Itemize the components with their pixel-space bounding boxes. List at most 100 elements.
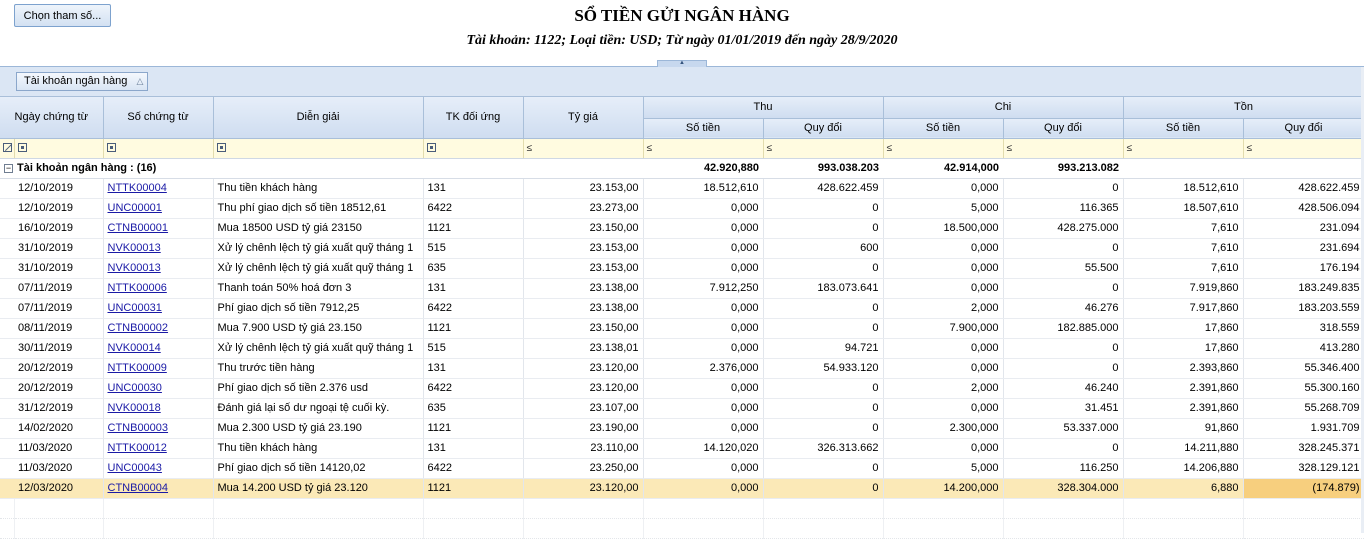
cell-description[interactable]: Thu trước tiền hàng (213, 358, 424, 379)
cell-payment-amount[interactable]: 0,000 (883, 258, 1004, 279)
cell-exchange-rate[interactable]: 23.153,00 (523, 178, 644, 199)
cell-payment-amount[interactable]: 14.200,000 (883, 478, 1004, 499)
doc-link[interactable]: NTTK00004 (108, 182, 167, 194)
doc-link[interactable]: CTNB00003 (108, 422, 169, 434)
cell-contra-account[interactable]: 6422 (423, 378, 524, 399)
cell-date[interactable]: 20/12/2019 (14, 358, 104, 379)
cell-balance-amount[interactable]: 6,880 (1123, 478, 1244, 499)
cell-receipt-amount[interactable]: 0,000 (643, 338, 764, 359)
col-header-balance-converted[interactable]: Quy đổi (1243, 118, 1364, 139)
cell-contra-account[interactable]: 6422 (423, 298, 524, 319)
cell-receipt-converted[interactable]: 0 (763, 298, 884, 319)
doc-link[interactable]: CTNB00004 (108, 482, 169, 494)
cell-contra-account[interactable]: 131 (423, 358, 524, 379)
cell-balance-converted[interactable]: 328.129.121 (1243, 458, 1364, 479)
table-row[interactable]: 07/11/2019 UNC00031 Phí giao dịch số tiền … (0, 298, 1364, 319)
filter-operator[interactable]: ≤ (887, 143, 893, 154)
doc-link[interactable]: NTTK00006 (108, 282, 167, 294)
cell-balance-amount[interactable]: 7.919,860 (1123, 278, 1244, 299)
col-header-contra-account[interactable]: TK đối ứng (423, 97, 524, 139)
cell-contra-account[interactable]: 635 (423, 258, 524, 279)
cell-receipt-amount[interactable]: 0,000 (643, 478, 764, 499)
cell-contra-account[interactable]: 515 (423, 238, 524, 259)
cell-balance-amount[interactable]: 17,860 (1123, 338, 1244, 359)
cell-doc-no[interactable]: NVK00013 (103, 258, 214, 279)
filter-exchange-rate[interactable]: ≤ (523, 138, 644, 159)
collapse-header-handle[interactable]: ▲ (657, 60, 707, 67)
cell-payment-converted[interactable]: 182.885.000 (1003, 318, 1124, 339)
filter-operator[interactable]: ≤ (1007, 143, 1013, 154)
cell-contra-account[interactable]: 1121 (423, 418, 524, 439)
table-row[interactable]: 30/11/2019 NVK00014 Xử lý chênh lệch tỷ gi… (0, 338, 1364, 359)
cell-balance-amount[interactable]: 2.391,860 (1123, 398, 1244, 419)
filter-payment-amount[interactable]: ≤ (883, 138, 1004, 159)
cell-balance-amount[interactable]: 2.391,860 (1123, 378, 1244, 399)
filter-clear-cell[interactable] (0, 138, 15, 159)
cell-payment-amount[interactable]: 18.500,000 (883, 218, 1004, 239)
cell-payment-converted[interactable]: 0 (1003, 358, 1124, 379)
cell-receipt-converted[interactable]: 0 (763, 198, 884, 219)
filter-balance-converted[interactable]: ≤ (1243, 138, 1364, 159)
cell-receipt-converted[interactable]: 0 (763, 378, 884, 399)
col-header-description[interactable]: Diễn giải (213, 97, 424, 139)
cell-payment-converted[interactable]: 116.365 (1003, 198, 1124, 219)
cell-doc-no[interactable]: NVK00014 (103, 338, 214, 359)
cell-contra-account[interactable]: 131 (423, 438, 524, 459)
cell-balance-converted[interactable]: 55.346.400 (1243, 358, 1364, 379)
table-row[interactable]: 12/03/2020 CTNB00004 Mua 14.200 USD tỷ giá… (0, 478, 1364, 499)
cell-payment-converted[interactable]: 0 (1003, 238, 1124, 259)
cell-balance-converted[interactable]: 55.300.160 (1243, 378, 1364, 399)
cell-doc-no[interactable]: NVK00013 (103, 238, 214, 259)
cell-exchange-rate[interactable]: 23.138,01 (523, 338, 644, 359)
group-chip-bank-account[interactable]: Tài khoản ngân hàng △ (16, 72, 149, 91)
cell-payment-converted[interactable]: 53.337.000 (1003, 418, 1124, 439)
cell-description[interactable]: Đánh giá lại số dư ngoại tệ cuối kỳ. (213, 398, 424, 419)
cell-date[interactable]: 12/03/2020 (14, 478, 104, 499)
cell-date[interactable]: 07/11/2019 (14, 278, 104, 299)
cell-date[interactable]: 31/12/2019 (14, 398, 104, 419)
doc-link[interactable]: CTNB00001 (108, 222, 169, 234)
cell-receipt-converted[interactable]: 0 (763, 458, 884, 479)
col-header-payment-converted[interactable]: Quy đổi (1003, 118, 1124, 139)
cell-description[interactable]: Xử lý chênh lệch tỷ giá xuất quỹ tháng 1 (213, 258, 424, 279)
cell-doc-no[interactable]: NTTK00004 (103, 178, 214, 199)
cell-date[interactable]: 08/11/2019 (14, 318, 104, 339)
table-row[interactable]: 20/12/2019 NTTK00009 Thu trước tiền hàng 13… (0, 358, 1364, 379)
table-row[interactable]: 07/11/2019 NTTK00006 Thanh toán 50% hoá đơ… (0, 278, 1364, 299)
cell-description[interactable]: Phí giao dịch số tiền 7912,25 (213, 298, 424, 319)
col-header-date[interactable]: Ngày chứng từ (0, 97, 104, 139)
cell-receipt-amount[interactable]: 0,000 (643, 378, 764, 399)
table-row[interactable]: 14/02/2020 CTNB00003 Mua 2.300 USD tỷ giá … (0, 418, 1364, 439)
cell-payment-converted[interactable]: 116.250 (1003, 458, 1124, 479)
cell-exchange-rate[interactable]: 23.153,00 (523, 258, 644, 279)
cell-payment-converted[interactable]: 0 (1003, 178, 1124, 199)
cell-receipt-amount[interactable]: 0,000 (643, 238, 764, 259)
filter-contra-account[interactable] (423, 138, 524, 159)
cell-exchange-rate[interactable]: 23.138,00 (523, 278, 644, 299)
cell-date[interactable]: 31/10/2019 (14, 258, 104, 279)
cell-payment-amount[interactable]: 2.300,000 (883, 418, 1004, 439)
cell-payment-amount[interactable]: 5,000 (883, 198, 1004, 219)
cell-receipt-amount[interactable]: 2.376,000 (643, 358, 764, 379)
cell-date[interactable]: 12/10/2019 (14, 178, 104, 199)
cell-date[interactable]: 14/02/2020 (14, 418, 104, 439)
cell-date[interactable]: 16/10/2019 (14, 218, 104, 239)
cell-exchange-rate[interactable]: 23.153,00 (523, 238, 644, 259)
cell-description[interactable]: Thu phí giao dịch số tiền 18512,61 (213, 198, 424, 219)
cell-date[interactable]: 31/10/2019 (14, 238, 104, 259)
cell-contra-account[interactable]: 6422 (423, 198, 524, 219)
cell-balance-amount[interactable]: 18.507,610 (1123, 198, 1244, 219)
cell-balance-converted[interactable]: 231.694 (1243, 238, 1364, 259)
cell-payment-amount[interactable]: 2,000 (883, 378, 1004, 399)
filter-doc-no[interactable] (103, 138, 214, 159)
cell-payment-converted[interactable]: 328.304.000 (1003, 478, 1124, 499)
filter-description[interactable] (213, 138, 424, 159)
cell-payment-amount[interactable]: 5,000 (883, 458, 1004, 479)
cell-description[interactable]: Phí giao dịch số tiền 14120,02 (213, 458, 424, 479)
cell-balance-amount[interactable]: 2.393,860 (1123, 358, 1244, 379)
table-row[interactable]: 31/10/2019 NVK00013 Xử lý chênh lệch tỷ gi… (0, 238, 1364, 259)
cell-doc-no[interactable]: NTTK00006 (103, 278, 214, 299)
cell-description[interactable]: Xử lý chênh lệch tỷ giá xuất quỹ tháng 1 (213, 338, 424, 359)
cell-date[interactable]: 11/03/2020 (14, 438, 104, 459)
table-row[interactable]: 31/12/2019 NVK00018 Đánh giá lại số dư ngo… (0, 398, 1364, 419)
